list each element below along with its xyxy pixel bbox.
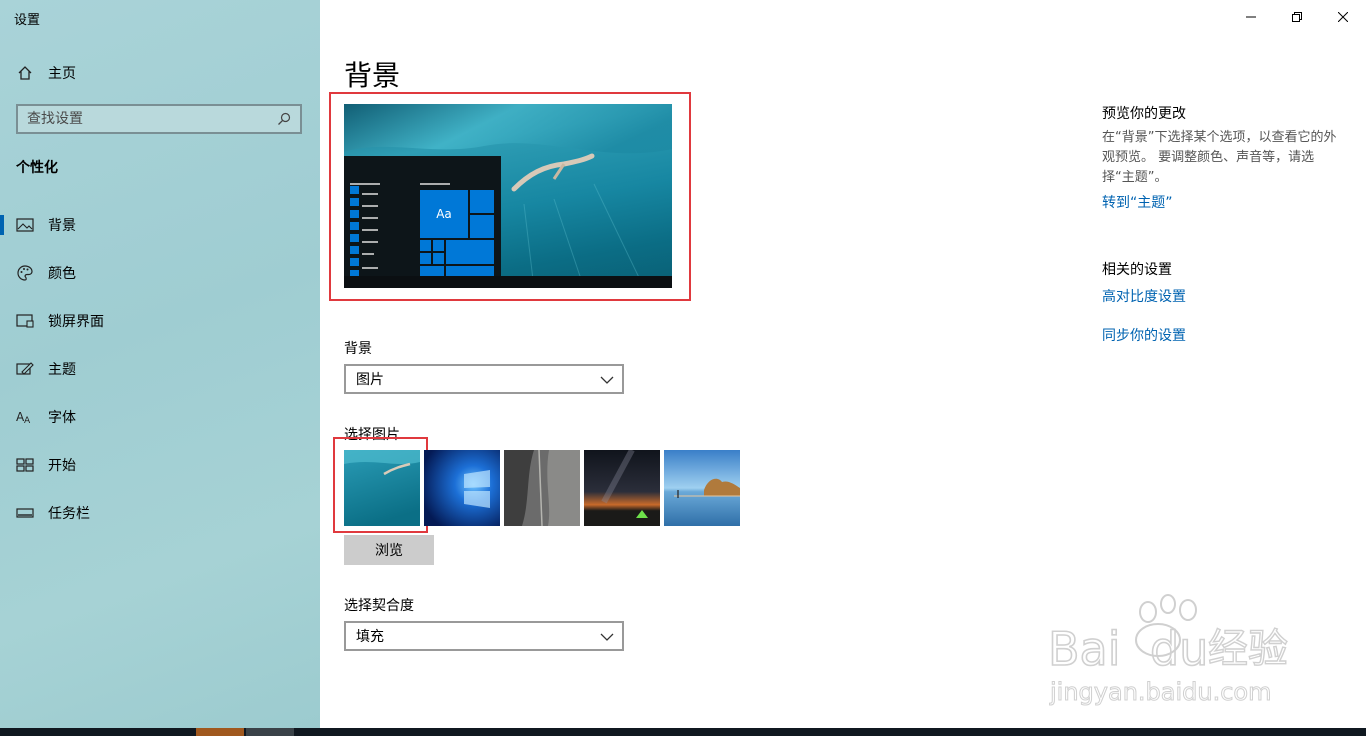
preview-start-menu: Aa (344, 156, 501, 276)
home-icon (16, 64, 34, 82)
search-input[interactable] (18, 110, 269, 128)
sync-settings-link[interactable]: 同步你的设置 (1102, 325, 1186, 345)
picture-icon (16, 216, 34, 234)
palette-icon (16, 264, 34, 282)
close-icon (1337, 7, 1349, 26)
section-heading: 个性化 (16, 160, 58, 176)
svg-text:jingyan.baidu.com: jingyan.baidu.com (1049, 678, 1271, 706)
chevron-down-icon (600, 629, 614, 648)
sidebar-item-label: 背景 (48, 218, 76, 234)
background-dropdown-value: 图片 (356, 372, 384, 388)
restore-icon (1292, 7, 1302, 26)
sidebar-item-label: 开始 (48, 458, 76, 474)
taskbar-app-button[interactable] (246, 728, 294, 736)
fit-dropdown-value: 填充 (356, 629, 384, 645)
sidebar-item-label: 主页 (48, 66, 76, 82)
background-preview: Aa (344, 104, 672, 288)
picture-thumbnail-rock[interactable] (504, 450, 580, 526)
minimize-icon (1246, 7, 1256, 26)
sidebar-item-label: 锁屏界面 (48, 314, 104, 330)
preview-changes-heading: 预览你的更改 (1102, 106, 1186, 122)
start-icon (16, 456, 34, 474)
close-button[interactable] (1320, 0, 1366, 32)
high-contrast-link[interactable]: 高对比度设置 (1102, 286, 1186, 306)
preview-tile-label: Aa (436, 207, 452, 221)
preview-taskbar (344, 276, 672, 288)
svg-text:经验: 经验 (1208, 626, 1288, 672)
minimize-button[interactable] (1228, 0, 1274, 32)
fit-dropdown[interactable]: 填充 (344, 621, 624, 651)
chevron-down-icon (600, 372, 614, 391)
svg-text:A: A (24, 416, 31, 425)
background-dropdown[interactable]: 图片 (344, 364, 624, 394)
baidu-jingyan-watermark: Bai du 经验 jingyan.baidu.com (1048, 594, 1289, 707)
sidebar-item-label: 任务栏 (48, 506, 90, 522)
picture-thumbnail-underwater[interactable] (344, 450, 420, 526)
sidebar-item-fonts[interactable]: AA 字体 (0, 397, 320, 437)
taskbar-app-button[interactable] (196, 728, 244, 736)
sidebar-item-start[interactable]: 开始 (0, 445, 320, 485)
svg-text:Bai: Bai (1048, 622, 1121, 676)
picture-thumbnail-beach[interactable] (664, 450, 740, 526)
os-taskbar (0, 728, 1366, 736)
search-icon[interactable] (276, 111, 292, 131)
svg-text:du: du (1150, 622, 1208, 676)
sidebar-item-label: 主题 (48, 362, 76, 378)
sidebar-item-themes[interactable]: 主题 (0, 349, 320, 389)
sidebar: 设置 主页 个性化 背景 颜色 锁屏界面 主题 (0, 0, 320, 728)
sidebar-item-label: 字体 (48, 410, 76, 426)
goto-themes-link[interactable]: 转到“主题” (1102, 192, 1173, 212)
preview-changes-description: 在“背景”下选择某个选项，以查看它的外观预览。 要调整颜色、声音等，请选择“主题… (1102, 130, 1337, 185)
sidebar-item-background[interactable]: 背景 (0, 205, 320, 245)
search-field[interactable] (16, 104, 302, 134)
sidebar-item-lockscreen[interactable]: 锁屏界面 (0, 301, 320, 341)
picture-thumbnail-night-sky[interactable] (584, 450, 660, 526)
sidebar-item-home[interactable]: 主页 (0, 53, 320, 93)
restore-button[interactable] (1274, 0, 1320, 32)
page-title: 背景 (344, 59, 401, 92)
app-title: 设置 (14, 13, 41, 28)
fit-label: 选择契合度 (344, 598, 414, 614)
browse-button[interactable]: 浏览 (344, 535, 434, 565)
sidebar-item-label: 颜色 (48, 266, 76, 282)
sidebar-item-colors[interactable]: 颜色 (0, 253, 320, 293)
sidebar-item-taskbar[interactable]: 任务栏 (0, 493, 320, 533)
lockscreen-icon (16, 312, 34, 330)
related-settings-heading: 相关的设置 (1102, 262, 1172, 278)
background-label: 背景 (344, 341, 372, 357)
theme-icon (16, 360, 34, 378)
picture-thumbnail-windows[interactable] (424, 450, 500, 526)
taskbar-icon (16, 504, 34, 522)
font-icon: AA (16, 408, 34, 426)
